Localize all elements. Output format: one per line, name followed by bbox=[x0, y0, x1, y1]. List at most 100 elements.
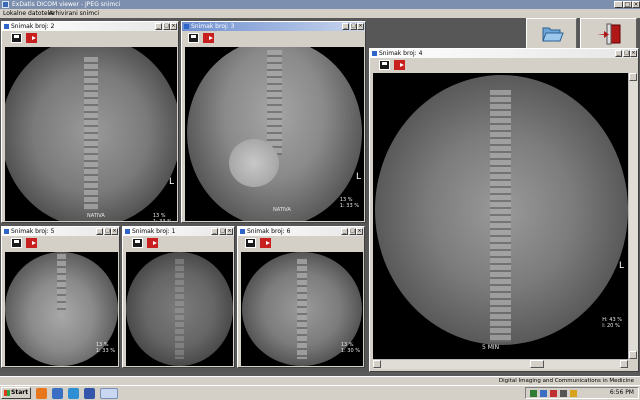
scroll-down-arrow[interactable] bbox=[629, 351, 637, 359]
image-tag: 5 MIN bbox=[482, 344, 500, 351]
window-icon bbox=[4, 229, 9, 234]
exit-icon[interactable] bbox=[394, 60, 405, 70]
image-window-2[interactable]: Snimak broj: 2 _ □ × L NATIVA 13 % 1: 33… bbox=[1, 21, 179, 223]
window-minimize-button[interactable]: _ bbox=[211, 228, 218, 235]
window-title: Snimak broj: 4 bbox=[379, 50, 423, 57]
window-close-button[interactable]: × bbox=[357, 23, 364, 30]
volume-icon[interactable] bbox=[560, 390, 567, 397]
image-window-4[interactable]: Snimak broj: 4 _ □ × L 5 MIN H: 43 % I: … bbox=[369, 48, 639, 372]
exit-button[interactable] bbox=[580, 18, 637, 49]
image-viewport[interactable] bbox=[126, 252, 233, 366]
vertical-scrollbar[interactable] bbox=[628, 73, 638, 359]
status-bar: Digital Imaging and Communications in Me… bbox=[0, 376, 640, 385]
window-icon bbox=[125, 229, 130, 234]
window-toolbar bbox=[182, 31, 365, 45]
orientation-marker: L bbox=[355, 172, 361, 182]
menubar: Lokalne datoteke Arhivirani snimci bbox=[0, 9, 640, 18]
scroll-right-arrow[interactable] bbox=[620, 360, 628, 368]
image-overlay: 13 % 1: 33 % bbox=[339, 197, 359, 209]
image-window-6[interactable]: Snimak broj: 6 _ □ × 13 % 1: 30 % bbox=[237, 226, 365, 368]
horizontal-scrollbar[interactable] bbox=[373, 359, 628, 369]
app-launcher-icon[interactable] bbox=[52, 388, 63, 399]
window-close-button[interactable]: × bbox=[226, 228, 233, 235]
menu-arhivirani-snimci[interactable]: Arhivirani snimci bbox=[49, 9, 99, 18]
exit-icon[interactable] bbox=[26, 33, 37, 43]
save-icon[interactable] bbox=[11, 33, 22, 43]
window-close-button[interactable]: × bbox=[111, 228, 118, 235]
window-close-button[interactable]: × bbox=[630, 50, 637, 57]
taskbar-window-button[interactable] bbox=[100, 388, 118, 399]
open-folder-button[interactable] bbox=[526, 18, 577, 49]
image-window-5[interactable]: Snimak broj: 5 _ □ × 13 % 1: 33 % bbox=[1, 226, 120, 368]
save-icon[interactable] bbox=[11, 238, 22, 248]
image-viewport[interactable]: L 5 MIN H: 43 % I: 20 % bbox=[373, 73, 628, 359]
network-icon[interactable] bbox=[530, 390, 537, 397]
window-toolbar bbox=[123, 236, 234, 250]
exit-icon[interactable] bbox=[26, 238, 37, 248]
image-overlay: 13 % 1: 30 % bbox=[340, 342, 360, 354]
window-toolbar bbox=[2, 236, 119, 250]
spine-shape bbox=[175, 258, 184, 360]
window-title: Snimak broj: 5 bbox=[11, 228, 55, 235]
save-icon[interactable] bbox=[245, 238, 256, 248]
security-icon[interactable] bbox=[550, 390, 557, 397]
tray-alert-icon[interactable] bbox=[570, 390, 577, 397]
orientation-marker: L bbox=[618, 261, 624, 271]
spine-shape bbox=[490, 90, 511, 342]
maximize-button[interactable]: □ bbox=[623, 1, 632, 8]
window-minimize-button[interactable]: _ bbox=[342, 23, 349, 30]
window-maximize-button[interactable]: □ bbox=[104, 228, 111, 235]
app-icon bbox=[2, 1, 9, 8]
spine-shape bbox=[56, 254, 66, 312]
image-overlay: H: 43 % I: 20 % bbox=[602, 317, 622, 329]
exit-icon[interactable] bbox=[260, 238, 271, 248]
window-titlebar: Snimak broj: 4 _ □ × bbox=[370, 49, 638, 58]
image-overlay: 13 % 1: 33 % bbox=[95, 342, 115, 354]
browser-icon[interactable] bbox=[68, 388, 79, 399]
scroll-up-arrow[interactable] bbox=[629, 73, 637, 81]
image-viewport[interactable]: L NATIVA 13 % 1: 33 % bbox=[5, 47, 177, 221]
window-icon bbox=[184, 24, 189, 29]
exit-icon[interactable] bbox=[203, 33, 214, 43]
window-maximize-button[interactable]: □ bbox=[219, 228, 226, 235]
image-viewport[interactable]: L NATIVA 13 % 1: 33 % bbox=[185, 47, 364, 221]
window-maximize-button[interactable]: □ bbox=[623, 50, 630, 57]
window-minimize-button[interactable]: _ bbox=[96, 228, 103, 235]
system-tray: 6:56 PM bbox=[525, 387, 639, 399]
exit-icon[interactable] bbox=[147, 238, 158, 248]
tray-app-icon[interactable] bbox=[540, 390, 547, 397]
minimize-button[interactable]: _ bbox=[614, 1, 623, 8]
window-minimize-button[interactable]: _ bbox=[155, 23, 162, 30]
spine-shape bbox=[84, 57, 98, 211]
save-icon[interactable] bbox=[188, 33, 199, 43]
window-minimize-button[interactable]: _ bbox=[341, 228, 348, 235]
window-titlebar: Snimak broj: 1 _ □ × bbox=[123, 227, 234, 236]
save-icon[interactable] bbox=[379, 60, 390, 70]
menu-lokalne-datoteke[interactable]: Lokalne datoteke bbox=[3, 9, 55, 18]
image-window-1[interactable]: Snimak broj: 1 _ □ × bbox=[122, 226, 235, 368]
firefox-icon[interactable] bbox=[36, 388, 47, 399]
app-titlebar: ExDatis DICOM viewer - JPEG snimci _ □ × bbox=[0, 0, 640, 9]
window-minimize-button[interactable]: _ bbox=[615, 50, 622, 57]
start-button[interactable]: Start bbox=[1, 387, 31, 399]
image-overlay: 13 % 1: 33 % bbox=[152, 213, 172, 221]
window-maximize-button[interactable]: □ bbox=[163, 23, 170, 30]
window-titlebar: Snimak broj: 6 _ □ × bbox=[238, 227, 364, 236]
window-close-button[interactable]: × bbox=[356, 228, 363, 235]
close-button[interactable]: × bbox=[632, 1, 640, 8]
scroll-thumb[interactable] bbox=[530, 360, 544, 368]
window-close-button[interactable]: × bbox=[170, 23, 177, 30]
scroll-left-arrow[interactable] bbox=[373, 360, 381, 368]
exit-door-icon bbox=[597, 23, 621, 45]
image-viewport[interactable]: 13 % 1: 30 % bbox=[241, 252, 363, 366]
window-icon bbox=[4, 24, 9, 29]
image-viewport[interactable]: 13 % 1: 33 % bbox=[5, 252, 118, 366]
clock[interactable]: 6:56 PM bbox=[610, 388, 634, 398]
window-maximize-button[interactable]: □ bbox=[350, 23, 357, 30]
save-icon[interactable] bbox=[132, 238, 143, 248]
spine-shape bbox=[297, 258, 307, 360]
save-disk-icon[interactable] bbox=[84, 388, 95, 399]
window-title: Snimak broj: 6 bbox=[247, 228, 291, 235]
image-window-3[interactable]: Snimak broj: 3 _ □ × L NATIVA 13 % 1: 33… bbox=[181, 21, 366, 223]
window-maximize-button[interactable]: □ bbox=[349, 228, 356, 235]
